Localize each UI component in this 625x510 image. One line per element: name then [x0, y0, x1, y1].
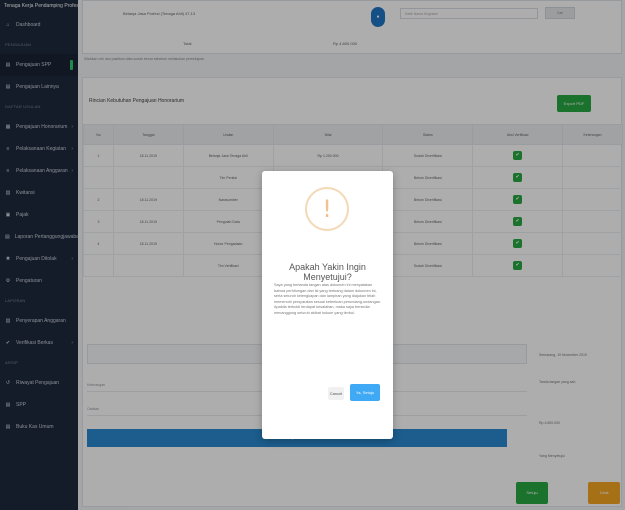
cancel-button[interactable]: Cancel: [328, 387, 344, 400]
confirm-dialog: ! Apakah Yakin Ingin Menyetujui? Saya ya…: [262, 171, 393, 439]
exclamation-icon: !: [322, 195, 332, 223]
warning-icon: !: [305, 187, 349, 231]
dialog-body: Saya yang bertanda tangan atas dokumen i…: [274, 283, 382, 315]
dialog-title: Apakah Yakin Ingin Menyetujui?: [289, 262, 366, 282]
confirm-button[interactable]: Ya, Setuju: [350, 384, 380, 401]
